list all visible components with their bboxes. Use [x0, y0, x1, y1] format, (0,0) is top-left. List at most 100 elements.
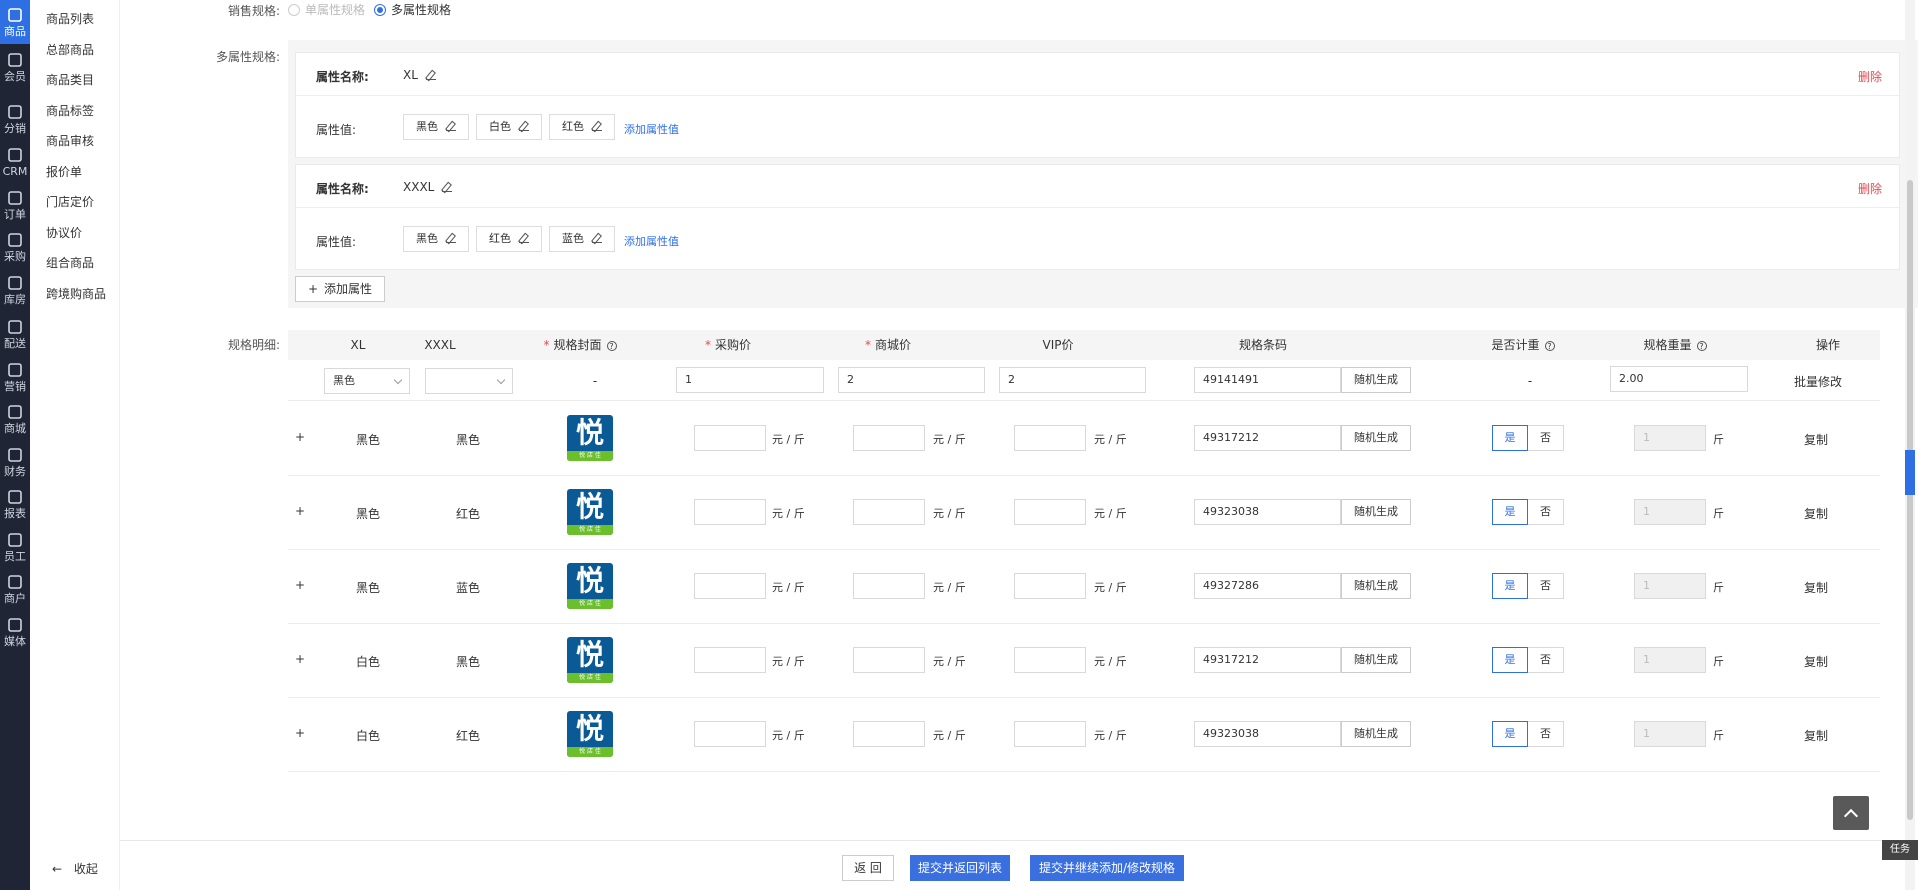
multi-spec-radio[interactable]: 多属性规格	[374, 1, 451, 18]
barcode-input[interactable]: 49317212	[1194, 425, 1341, 451]
random-generate-button[interactable]: 随机生成	[1341, 499, 1411, 525]
submenu-item[interactable]: 商品标签	[46, 102, 94, 119]
random-generate-button[interactable]: 随机生成	[1341, 647, 1411, 673]
attr-value-chip[interactable]: 蓝色	[549, 226, 615, 252]
rail-item-11[interactable]: 报表	[0, 482, 30, 526]
xl-batch-select[interactable]: 黑色	[324, 368, 410, 394]
help-icon[interactable]: ?	[1696, 341, 1707, 351]
delete-attr-button[interactable]: 删除	[1858, 180, 1882, 197]
expand-row-icon[interactable]: +	[294, 726, 306, 740]
purchase-price-input[interactable]	[694, 573, 766, 599]
edit-icon[interactable]	[446, 121, 456, 131]
delete-attr-button[interactable]: 删除	[1858, 68, 1882, 85]
expand-row-icon[interactable]: +	[294, 652, 306, 666]
mall-price-input[interactable]	[853, 647, 925, 673]
back-to-top-button[interactable]	[1833, 796, 1869, 830]
add-attr-button[interactable]: + 添加属性	[295, 276, 385, 302]
submenu-item[interactable]: 商品审核	[46, 132, 94, 149]
weighed-yes-option[interactable]: 是	[1492, 573, 1528, 599]
vertical-scrollbar[interactable]	[1905, 0, 1915, 890]
purchase-batch-input[interactable]: 1	[676, 367, 824, 393]
mall-price-input[interactable]	[853, 499, 925, 525]
help-icon[interactable]: ?	[1544, 341, 1555, 351]
attr-name-value[interactable]: XL	[403, 68, 436, 82]
rail-item-9[interactable]: 商城	[0, 397, 30, 441]
collapse-button[interactable]: ← 收起	[52, 860, 98, 877]
submit-continue-button[interactable]: 提交并继续添加/修改规格	[1030, 855, 1184, 881]
spec-cover-image[interactable]: 悦 悦 店 佳	[567, 415, 613, 461]
rail-item-4[interactable]: 订单	[0, 183, 30, 227]
purchase-price-input[interactable]	[694, 647, 766, 673]
vip-batch-input[interactable]: 2	[999, 367, 1146, 393]
copy-row-link[interactable]: 复制	[1796, 579, 1836, 596]
edit-icon[interactable]	[442, 182, 453, 192]
expand-row-icon[interactable]: +	[294, 430, 306, 444]
weighed-no-option[interactable]: 否	[1528, 721, 1564, 747]
submit-return-button[interactable]: 提交并返回列表	[910, 855, 1010, 881]
edit-icon[interactable]	[519, 121, 529, 131]
edit-icon[interactable]	[592, 121, 602, 131]
submenu-item[interactable]: 门店定价	[46, 193, 94, 210]
mall-price-input[interactable]	[853, 573, 925, 599]
vip-price-input[interactable]	[1014, 425, 1086, 451]
weighed-no-option[interactable]: 否	[1528, 573, 1564, 599]
xxxl-batch-select[interactable]	[425, 368, 513, 394]
spec-cover-image[interactable]: 悦 悦 店 佳	[567, 637, 613, 683]
random-generate-button[interactable]: 随机生成	[1341, 573, 1411, 599]
weighed-yes-option[interactable]: 是	[1492, 425, 1528, 451]
spec-cover-image[interactable]: 悦 悦 店 佳	[567, 563, 613, 609]
rail-item-5[interactable]: 采购	[0, 225, 30, 269]
rail-item-3[interactable]: CRM	[0, 140, 30, 184]
help-icon[interactable]: ?	[606, 341, 617, 351]
rail-item-10[interactable]: 财务	[0, 440, 30, 484]
rail-item-0[interactable]: 商品	[0, 0, 30, 44]
copy-row-link[interactable]: 复制	[1796, 653, 1836, 670]
attr-value-chip[interactable]: 黑色	[403, 114, 469, 140]
copy-row-link[interactable]: 复制	[1796, 727, 1836, 744]
barcode-batch-input[interactable]: 49141491	[1194, 367, 1341, 393]
vip-price-input[interactable]	[1014, 647, 1086, 673]
attr-value-chip[interactable]: 红色	[476, 226, 542, 252]
edit-icon[interactable]	[446, 233, 456, 243]
rail-item-12[interactable]: 员工	[0, 525, 30, 569]
weight-batch-input[interactable]: 2.00	[1610, 366, 1748, 392]
vip-price-input[interactable]	[1014, 573, 1086, 599]
submenu-item[interactable]: 组合商品	[46, 254, 94, 271]
attr-value-chip[interactable]: 黑色	[403, 226, 469, 252]
random-generate-button[interactable]: 随机生成	[1341, 367, 1411, 393]
attr-name-value[interactable]: XXXL	[403, 180, 453, 194]
weighed-no-option[interactable]: 否	[1528, 425, 1564, 451]
rail-item-6[interactable]: 库房	[0, 268, 30, 312]
weighed-yes-option[interactable]: 是	[1492, 647, 1528, 673]
mall-price-input[interactable]	[853, 721, 925, 747]
rail-item-2[interactable]: 分销	[0, 97, 30, 141]
batch-modify-link[interactable]: 批量修改	[1788, 373, 1848, 390]
attr-value-chip[interactable]: 白色	[476, 114, 542, 140]
attr-value-chip[interactable]: 红色	[549, 114, 615, 140]
rail-item-1[interactable]: 会员	[0, 45, 30, 89]
submenu-item[interactable]: 商品列表	[46, 10, 94, 27]
rail-item-8[interactable]: 营销	[0, 355, 30, 399]
mall-batch-input[interactable]: 2	[838, 367, 985, 393]
vip-price-input[interactable]	[1014, 721, 1086, 747]
weight-input[interactable]: 1	[1634, 647, 1706, 673]
purchase-price-input[interactable]	[694, 499, 766, 525]
submenu-item[interactable]: 商品类目	[46, 71, 94, 88]
task-button[interactable]: 任务	[1882, 840, 1918, 860]
copy-row-link[interactable]: 复制	[1796, 431, 1836, 448]
weighed-yes-option[interactable]: 是	[1492, 499, 1528, 525]
back-button[interactable]: 返 回	[842, 855, 894, 881]
edit-icon[interactable]	[425, 70, 436, 80]
weight-input[interactable]: 1	[1634, 499, 1706, 525]
purchase-price-input[interactable]	[694, 721, 766, 747]
submenu-item[interactable]: 协议价	[46, 224, 82, 241]
copy-row-link[interactable]: 复制	[1796, 505, 1836, 522]
barcode-input[interactable]: 49327286	[1194, 573, 1341, 599]
weight-input[interactable]: 1	[1634, 721, 1706, 747]
edit-icon[interactable]	[519, 233, 529, 243]
rail-item-14[interactable]: 媒体	[0, 610, 30, 654]
single-spec-radio[interactable]: 单属性规格	[288, 1, 365, 18]
scroll-thumb[interactable]	[1907, 180, 1913, 820]
expand-row-icon[interactable]: +	[294, 504, 306, 518]
barcode-input[interactable]: 49323038	[1194, 499, 1341, 525]
